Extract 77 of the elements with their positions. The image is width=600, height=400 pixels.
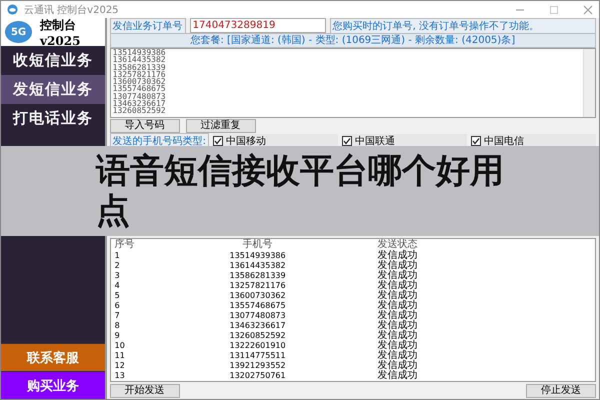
table-cell-text: 2	[114, 261, 121, 271]
table-cell-text: 13600730362	[228, 291, 287, 301]
sidebar-button[interactable]: 联系客服	[1, 343, 105, 371]
table-cell-text: 发信成功	[376, 311, 419, 321]
action-button[interactable]: 停止发送	[526, 384, 596, 398]
table-cell-text: 8	[114, 321, 121, 331]
table-cell-text: 13222601910	[228, 341, 287, 351]
table-cell-text: 发信成功	[376, 351, 419, 361]
table-cell-text: 13077480873	[228, 311, 287, 321]
order-hint: 您购买时的订单号, 没有订单号操作不了功能。	[330, 18, 596, 34]
table-cell-text: 6	[114, 301, 121, 311]
table-cell-text: 12	[114, 361, 126, 371]
table-cell-text: 发信成功	[376, 341, 419, 351]
sidebar-button[interactable]: 购买业务	[1, 371, 105, 399]
table-cell-text: 13	[114, 371, 126, 381]
logo-text: 控制台v2025	[40, 16, 82, 48]
maximize-icon[interactable]	[549, 4, 559, 14]
window-title: 云通讯 控制台v2025	[24, 4, 119, 16]
phone-number: 13514939386	[112, 49, 167, 56]
checkbox-label: 中国移动	[226, 134, 266, 148]
table-cell-text: 13514939386	[228, 251, 287, 261]
table-cell-text: 发信成功	[376, 321, 419, 331]
table-cell-text: 13463236617	[228, 321, 287, 331]
close-icon[interactable]	[583, 4, 593, 14]
column-header: 手机号	[242, 239, 274, 251]
order-label: 发信业务订单号	[110, 18, 186, 34]
phone-number: 13257821176	[112, 70, 167, 78]
sidebar-item[interactable]: 发短信业务	[1, 75, 105, 104]
table-cell-text: 发信成功	[376, 331, 419, 341]
sidebar-item[interactable]: 收短信业务	[1, 46, 105, 75]
toolbar-button[interactable]: 过滤重复	[186, 118, 256, 132]
sidebar-item[interactable]: 打电话业务	[1, 104, 105, 133]
table-cell-text: 3	[114, 271, 121, 281]
checkbox-label: 中国联通	[355, 134, 395, 148]
phone-number: 13614435382	[112, 56, 167, 64]
table-cell-text: 13114775511	[228, 351, 287, 361]
table-cell-text: 发信成功	[376, 371, 419, 381]
phone-number: 13600730362	[112, 78, 167, 86]
package-info: 您套餐: [国家通道: (韩国) - 类型: (1069三网通) - 剩余数量: (42005)条]	[110, 33, 596, 48]
table-cell-text: 发信成功	[376, 281, 419, 291]
scrollbar[interactable]	[583, 49, 595, 117]
action-button[interactable]: 开始发送	[110, 384, 180, 398]
order-input-field[interactable]: 1740473289819	[190, 18, 326, 33]
phone-number: 13260852592	[112, 107, 167, 115]
phone-number: 13077480873	[112, 92, 167, 100]
checkbox[interactable]	[471, 136, 481, 146]
table-cell-text: 发信成功	[376, 301, 419, 311]
column-header: 发送状态	[376, 239, 419, 250]
table-cell-text: 13921293552	[228, 361, 287, 371]
table-cell-text: 11	[114, 351, 126, 361]
checkbox[interactable]	[342, 136, 352, 146]
table-cell-text: 10	[114, 341, 126, 351]
table-cell-text: 4	[114, 281, 121, 291]
table-cell-text: 5	[114, 291, 121, 301]
table-cell-text: 13260852592	[228, 331, 287, 341]
table-cell-text: 1	[114, 251, 121, 261]
checkbox-label: 中国电信	[484, 134, 524, 148]
table-cell-text: 13257821176	[228, 281, 287, 291]
phone-number: 13463236617	[112, 100, 167, 108]
table-cell-text: 发信成功	[376, 251, 419, 261]
phone-number: 13557468675	[112, 85, 167, 93]
checkbox[interactable]	[213, 136, 223, 146]
table-cell-text: 发信成功	[376, 361, 419, 371]
table-cell-text: 13614435382	[228, 261, 287, 271]
overlay-title: 语音短信接收平台哪个好用点	[96, 151, 505, 231]
table-cell-text: 7	[114, 311, 121, 321]
toolbar-button[interactable]: 导入号码	[110, 118, 180, 132]
table-cell-text: 9	[114, 331, 121, 341]
table-cell-text: 13586281339	[228, 271, 287, 281]
logo-badge: 5G	[5, 21, 32, 43]
phone-number: 13586281339	[112, 64, 167, 71]
table-cell-text: 13202750761	[228, 371, 287, 381]
table-cell-text: 发信成功	[376, 271, 419, 281]
table-cell-text: 发信成功	[376, 261, 419, 271]
table-cell-text: 发信成功	[376, 291, 419, 301]
table-cell-text: 13557468675	[228, 301, 287, 311]
numbers-text-area[interactable]: 13514939386 13614435382 13586281339 13257821176 13600730362 13557468675 13077480873 13463236617 13260852592	[110, 48, 596, 118]
